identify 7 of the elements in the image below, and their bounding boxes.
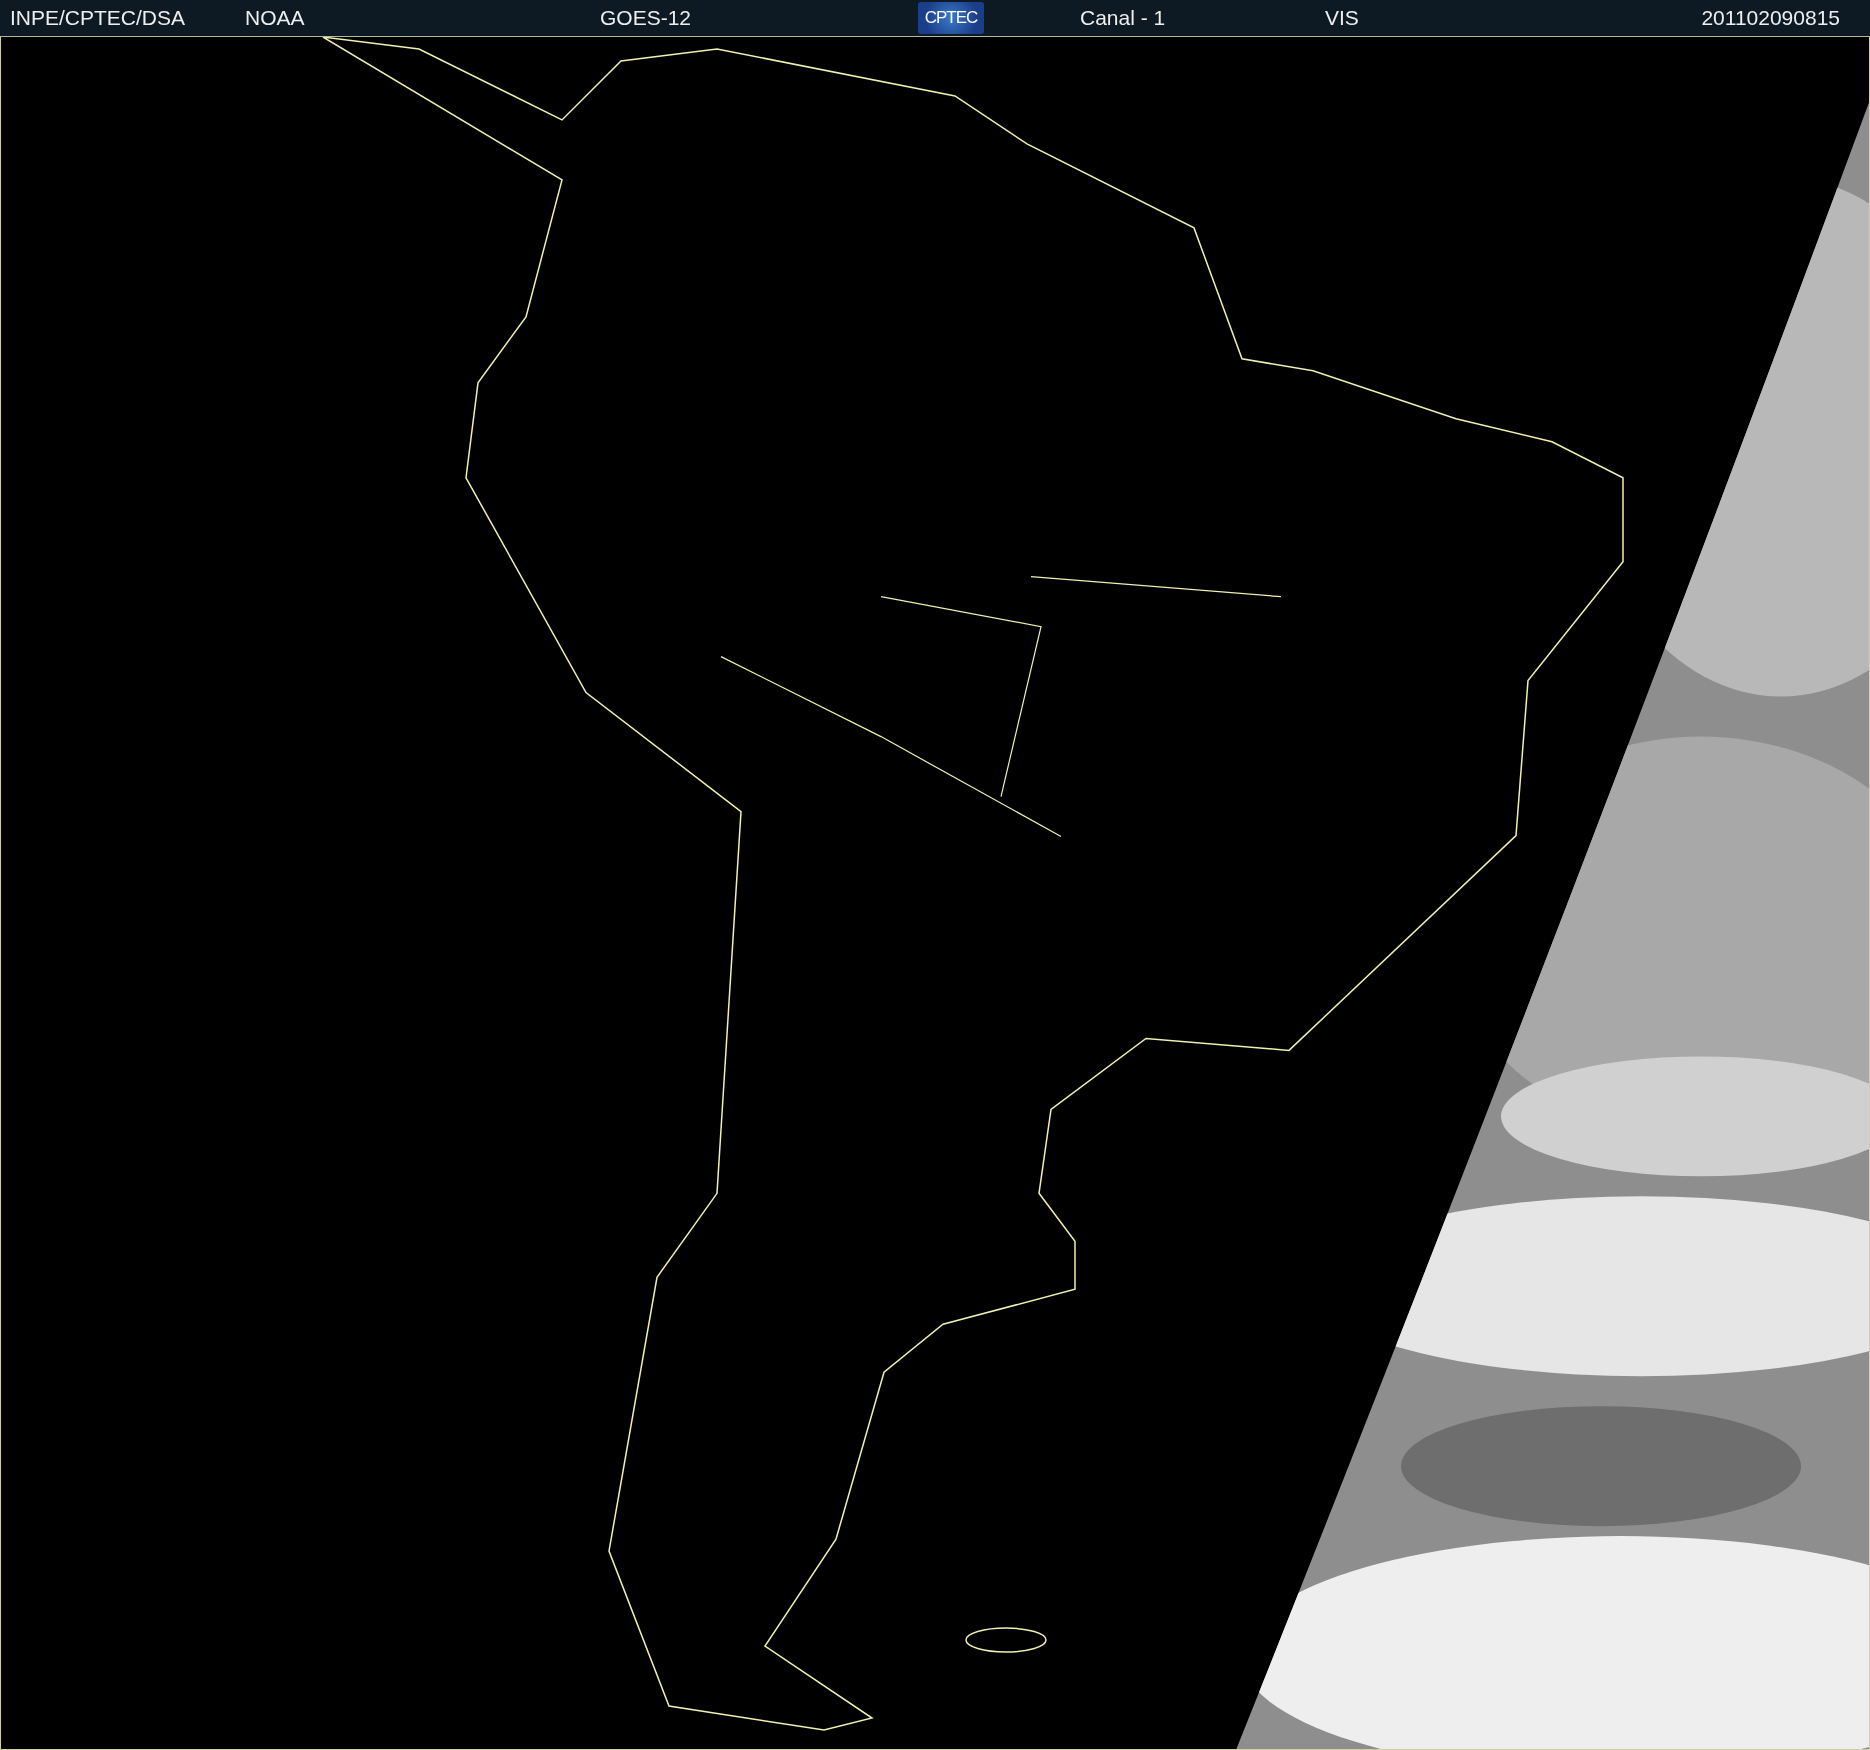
- logo: CPTEC: [918, 2, 984, 34]
- band-label: VIS: [1325, 6, 1360, 30]
- timestamp-label: 201102090815: [1701, 6, 1840, 30]
- source-label: INPE/CPTEC/DSA: [10, 6, 187, 30]
- channel-label: Canal - 1: [1080, 6, 1167, 30]
- agency-label: NOAA: [245, 6, 306, 30]
- satellite-label: GOES-12: [600, 6, 693, 30]
